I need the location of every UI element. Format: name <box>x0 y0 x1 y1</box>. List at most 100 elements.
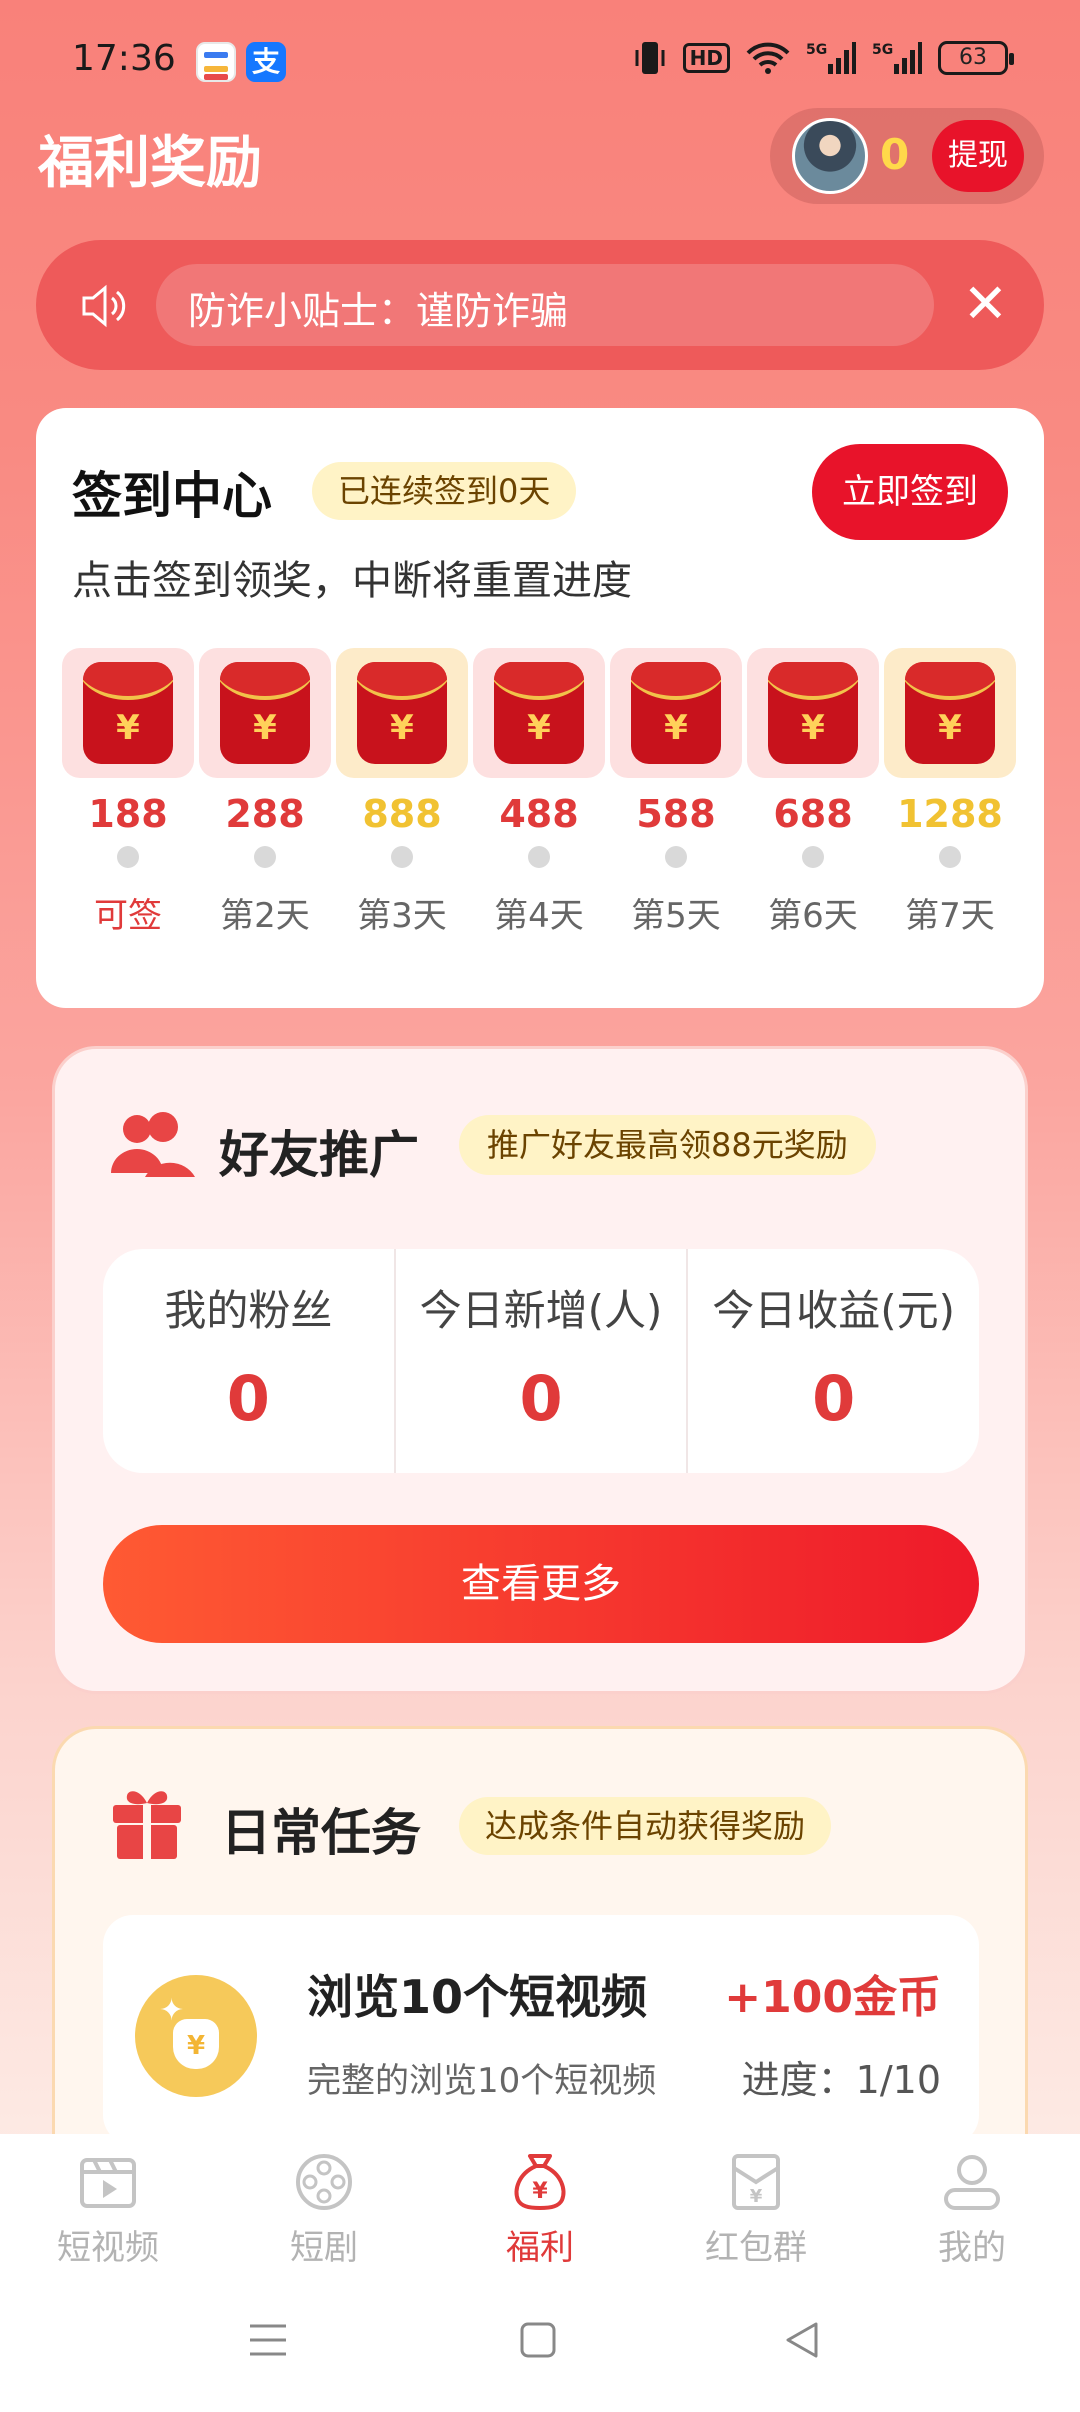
gift-icon <box>113 1791 181 1859</box>
red-envelope-box: ¥ <box>62 648 194 778</box>
red-envelope-icon: ¥ <box>768 662 858 764</box>
red-envelope-icon: ¥ <box>357 662 447 764</box>
sign-in-day[interactable]: ¥ 188 可签 <box>62 648 194 937</box>
day-status-dot <box>939 846 961 868</box>
notice-text: 防诈小贴士：谨防诈骗 <box>188 289 569 333</box>
svg-text:5G: 5G <box>806 42 827 58</box>
day-reward-value: 488 <box>499 792 579 836</box>
red-envelope-icon: ¥ <box>732 2154 780 2210</box>
status-time: 17:36 <box>72 38 176 79</box>
close-icon[interactable]: ✕ <box>963 272 1008 335</box>
tab-mine[interactable]: 我的 <box>864 2134 1080 2278</box>
svg-text:¥: ¥ <box>750 2186 763 2207</box>
red-envelope-box: ¥ <box>336 648 468 778</box>
tab-short-drama[interactable]: 短剧 <box>216 2134 432 2278</box>
stat-earnings-today: 今日收益(元) 0 <box>688 1249 979 1473</box>
status-bar: 17:36 支 HD 5G 5G 63 <box>0 0 1080 110</box>
friend-stats: 我的粉丝 0 今日新增(人) 0 今日收益(元) 0 <box>103 1249 979 1473</box>
red-envelope-icon: ¥ <box>220 662 310 764</box>
wallet-app-icon <box>196 42 236 82</box>
day-status-dot <box>802 846 824 868</box>
day-status-dot <box>391 846 413 868</box>
video-icon <box>80 2158 136 2208</box>
day-label: 第6天 <box>768 896 858 936</box>
stat-value: 0 <box>812 1362 856 1435</box>
red-envelope-box: ¥ <box>884 648 1016 778</box>
users-icon <box>111 1112 195 1177</box>
hd-icon: HD <box>682 43 730 73</box>
day-label: 第7天 <box>905 896 995 936</box>
red-envelope-box: ¥ <box>610 648 742 778</box>
stat-label: 今日收益(元) <box>712 1286 956 1335</box>
stat-label: 我的粉丝 <box>164 1286 333 1335</box>
task-progress: 进度：1/10 <box>741 2058 941 2102</box>
sign-in-day[interactable]: ¥ 1288 第7天 <box>884 648 1016 937</box>
money-bag-icon: ¥ <box>514 2154 566 2211</box>
status-icons: HD 5G 5G 63 <box>633 40 1014 76</box>
red-envelope-box: ¥ <box>199 648 331 778</box>
film-reel-icon <box>296 2154 352 2210</box>
avatar[interactable] <box>792 118 868 194</box>
day-label: 第3天 <box>357 896 447 936</box>
daily-tasks-title: 日常任务 <box>221 1804 421 1862</box>
wifi-icon <box>746 42 790 74</box>
tab-red-packet-group[interactable]: ¥ 红包群 <box>648 2134 864 2278</box>
red-envelope-box: ¥ <box>747 648 879 778</box>
stat-new-today: 今日新增(人) 0 <box>396 1249 689 1473</box>
signal-5g-icon: 5G <box>806 42 856 74</box>
task-item[interactable]: ✦ ¥ 浏览10个短视频 +100金币 完整的浏览10个短视频 进度：1/10 <box>103 1915 979 2145</box>
day-reward-value: 688 <box>773 792 853 836</box>
sign-in-card: 签到中心 已连续签到0天 立即签到 点击签到领奖，中断将重置进度 ¥ 188 可… <box>36 408 1044 1008</box>
day-reward-value: 588 <box>636 792 716 836</box>
view-more-button[interactable]: 查看更多 <box>103 1525 979 1643</box>
day-reward-value: 288 <box>225 792 305 836</box>
menu-icon[interactable] <box>248 2320 288 2360</box>
red-envelope-box: ¥ <box>473 648 605 778</box>
user-coin-pill: 0 提现 <box>770 108 1044 204</box>
tab-label: 短视频 <box>57 2228 159 2268</box>
day-status-dot <box>665 846 687 868</box>
tab-label: 我的 <box>938 2228 1006 2268</box>
friend-promotion-title: 好友推广 <box>219 1126 419 1184</box>
home-icon[interactable] <box>518 2320 558 2360</box>
day-label: 可签 <box>94 896 162 936</box>
friend-promotion-card: 好友推广 推广好友最高领88元奖励 我的粉丝 0 今日新增(人) 0 今日收益(… <box>52 1046 1028 1694</box>
sign-in-day[interactable]: ¥ 688 第6天 <box>747 648 879 937</box>
tab-welfare[interactable]: ¥ 福利 <box>432 2134 648 2278</box>
day-reward-value: 188 <box>88 792 168 836</box>
day-label: 第4天 <box>494 896 584 936</box>
task-name: 浏览10个短视频 <box>307 1970 648 2024</box>
tab-short-video[interactable]: 短视频 <box>0 2134 216 2278</box>
tab-label: 短剧 <box>290 2228 358 2268</box>
profile-icon <box>944 2155 1000 2210</box>
task-description: 完整的浏览10个短视频 <box>307 2061 657 2101</box>
sign-in-day[interactable]: ¥ 488 第4天 <box>473 648 605 937</box>
vibrate-icon <box>635 42 665 74</box>
stat-value: 0 <box>226 1362 270 1435</box>
page-title: 福利奖励 <box>38 131 262 196</box>
svg-text:¥: ¥ <box>532 2179 548 2204</box>
stat-value: 0 <box>519 1362 563 1435</box>
sign-in-day[interactable]: ¥ 588 第5天 <box>610 648 742 937</box>
day-label: 第2天 <box>220 896 310 936</box>
sign-in-day[interactable]: ¥ 288 第2天 <box>199 648 331 937</box>
notice-banner: 防诈小贴士：谨防诈骗 ✕ <box>36 240 1044 370</box>
day-reward-value: 1288 <box>897 792 1003 836</box>
withdraw-button[interactable]: 提现 <box>932 120 1024 192</box>
battery-icon: 63 <box>938 41 1014 75</box>
friend-promotion-badge: 推广好友最高领88元奖励 <box>459 1115 876 1175</box>
back-icon[interactable] <box>782 2320 822 2360</box>
sign-in-button[interactable]: 立即签到 <box>812 444 1008 540</box>
sign-in-day[interactable]: ¥ 888 第3天 <box>336 648 468 937</box>
sign-in-title: 签到中心 <box>72 467 272 525</box>
day-status-dot <box>254 846 276 868</box>
tab-label: 红包群 <box>705 2228 807 2268</box>
tab-label: 福利 <box>506 2228 574 2268</box>
day-reward-value: 888 <box>362 792 442 836</box>
coin-bag-icon: ✦ ¥ <box>135 1975 257 2097</box>
sign-in-subtitle: 点击签到领奖，中断将重置进度 <box>72 558 632 604</box>
stat-label: 今日新增(人) <box>419 1286 663 1335</box>
day-label: 第5天 <box>631 896 721 936</box>
coin-balance: 0 <box>880 130 910 179</box>
day-status-dot <box>528 846 550 868</box>
